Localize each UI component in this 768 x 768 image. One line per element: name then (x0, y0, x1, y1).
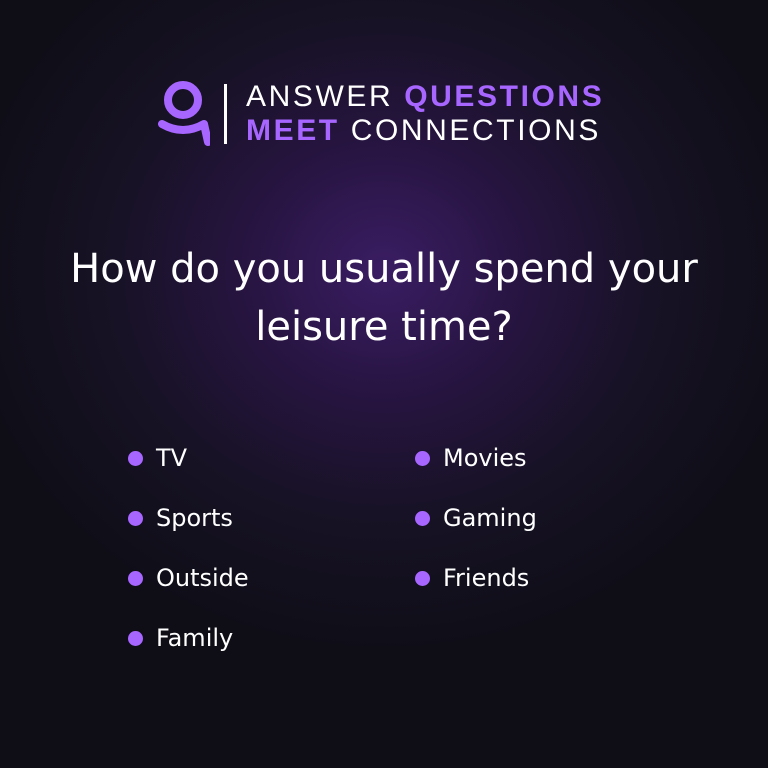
brand-line-1: ANSWER QUESTIONS (246, 80, 604, 114)
option-label: TV (156, 444, 188, 472)
question-line-1: How do you usually spend your (70, 246, 698, 292)
question-line-2: leisure time? (255, 304, 513, 350)
option-label: Family (156, 624, 234, 652)
options-column-right: Movies Gaming Friends (415, 440, 537, 620)
option-tv: TV (128, 440, 249, 500)
bullet-dot-icon (128, 571, 143, 586)
option-label: Sports (156, 504, 233, 532)
bullet-dot-icon (415, 451, 430, 466)
brand-answer: ANSWER (246, 80, 394, 113)
option-sports: Sports (128, 500, 249, 560)
question-title: How do you usually spend your leisure ti… (40, 240, 728, 356)
option-label: Gaming (443, 504, 537, 532)
brand-connections: CONNECTIONS (350, 114, 601, 147)
brand-meet: MEET (246, 114, 340, 147)
header-divider (224, 84, 227, 144)
header: ANSWER QUESTIONS MEET CONNECTIONS (0, 78, 768, 148)
option-gaming: Gaming (415, 500, 537, 560)
bullet-dot-icon (415, 571, 430, 586)
options-column-left: TV Sports Outside Family (128, 440, 249, 680)
person-icon (156, 78, 212, 148)
brand-line-2: MEET CONNECTIONS (246, 114, 601, 148)
bullet-dot-icon (128, 451, 143, 466)
bullet-dot-icon (128, 631, 143, 646)
option-outside: Outside (128, 560, 249, 620)
option-family: Family (128, 620, 249, 680)
bullet-dot-icon (128, 511, 143, 526)
option-friends: Friends (415, 560, 537, 620)
option-movies: Movies (415, 440, 537, 500)
bullet-dot-icon (415, 511, 430, 526)
brand-questions: QUESTIONS (404, 80, 605, 113)
option-label: Movies (443, 444, 527, 472)
option-label: Outside (156, 564, 249, 592)
option-label: Friends (443, 564, 530, 592)
